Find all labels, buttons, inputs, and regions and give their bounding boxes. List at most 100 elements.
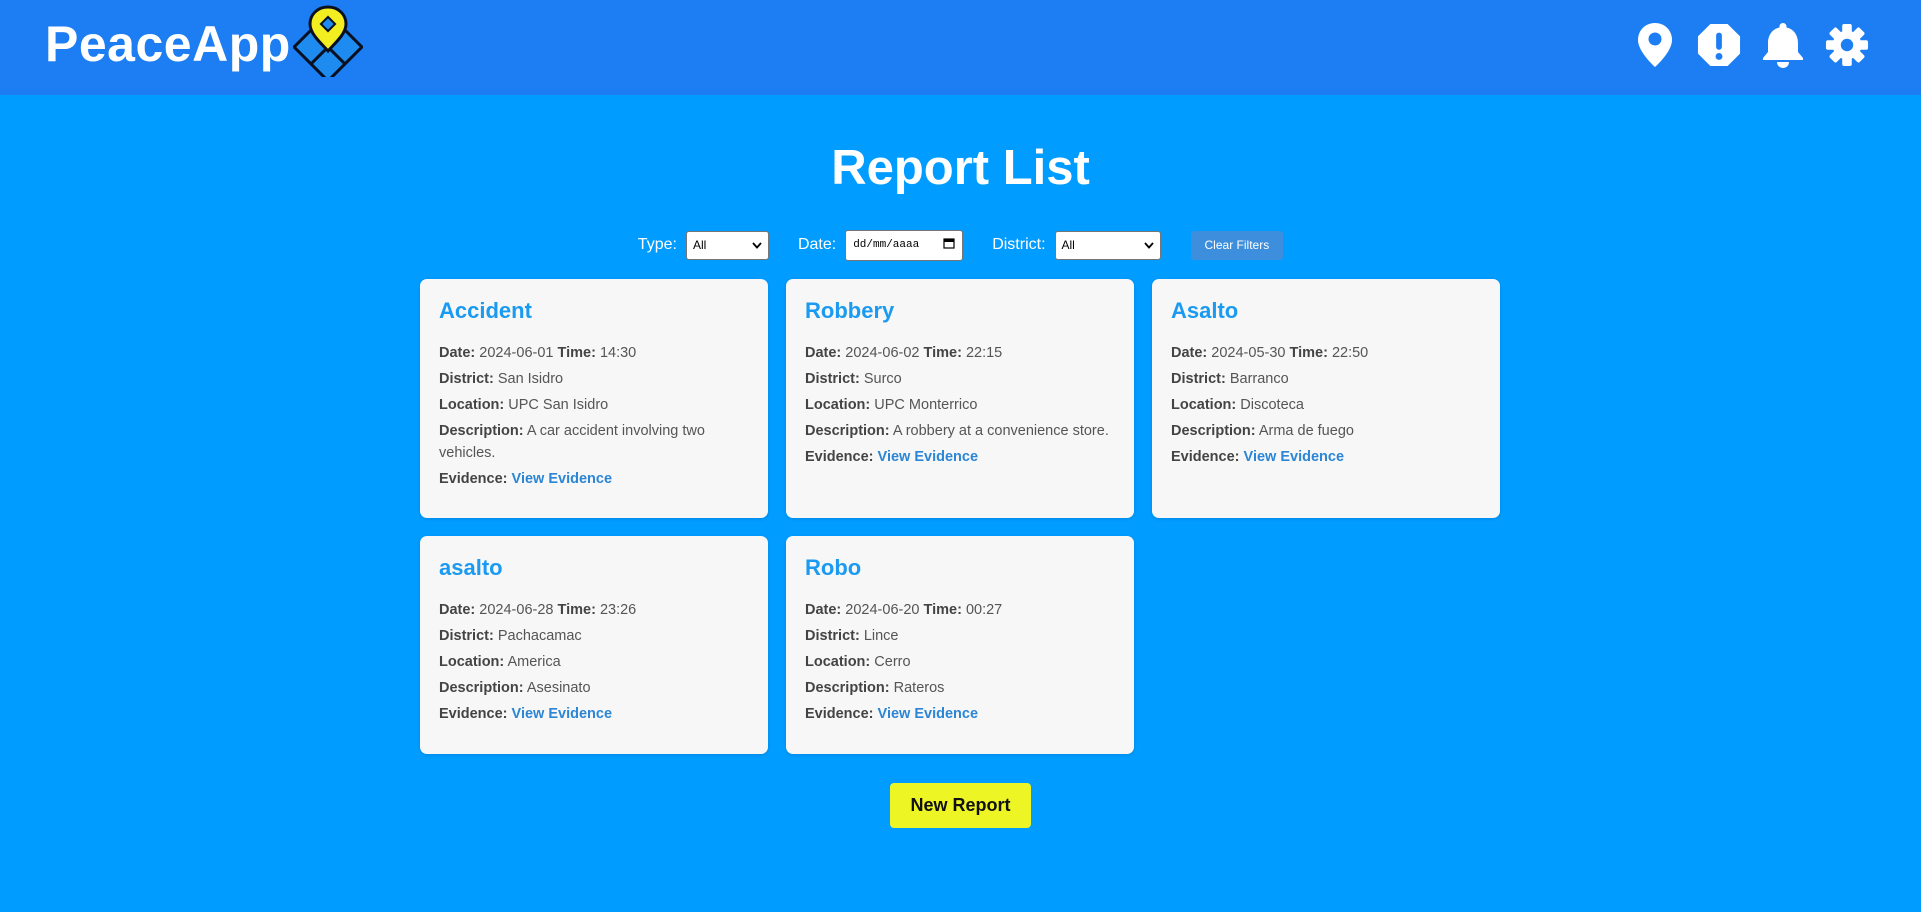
report-card: asalto Date: 2024-06-28 Time: 23:26 Dist… bbox=[420, 536, 768, 754]
report-location-row: Location: Discoteca bbox=[1171, 394, 1481, 416]
calendar-icon[interactable] bbox=[943, 237, 955, 253]
report-description: Rateros bbox=[893, 680, 945, 696]
gear-icon[interactable] bbox=[1825, 20, 1869, 70]
report-date: 2024-06-02 bbox=[845, 345, 920, 361]
view-evidence-link[interactable]: View Evidence bbox=[1244, 449, 1344, 465]
report-description-row: Description: Rateros bbox=[805, 677, 1115, 699]
report-district-row: District: Barranco bbox=[1171, 368, 1481, 390]
report-description: Asesinato bbox=[526, 680, 591, 696]
report-card: Robo Date: 2024-06-20 Time: 00:27 Distri… bbox=[786, 536, 1134, 754]
report-title: asalto bbox=[439, 555, 503, 580]
report-district: Barranco bbox=[1229, 371, 1289, 387]
report-district-row: District: Lince bbox=[805, 625, 1115, 647]
district-filter-select[interactable]: All bbox=[1054, 230, 1161, 260]
bell-icon[interactable] bbox=[1761, 20, 1805, 70]
alert-icon[interactable] bbox=[1697, 20, 1741, 70]
clear-filters-button[interactable]: Clear Filters bbox=[1190, 230, 1284, 260]
district-filter-label: District: bbox=[992, 236, 1046, 253]
view-evidence-link[interactable]: View Evidence bbox=[878, 706, 978, 722]
report-description: Arma de fuego bbox=[1258, 423, 1354, 439]
report-district-row: District: Pachacamac bbox=[439, 625, 749, 647]
report-location-row: Location: UPC San Isidro bbox=[439, 394, 749, 416]
report-description: A robbery at a convenience store. bbox=[892, 423, 1109, 439]
report-datetime: Date: 2024-06-28 Time: 23:26 bbox=[439, 599, 749, 621]
location-label: Location: bbox=[439, 397, 505, 413]
district-label: District: bbox=[805, 371, 860, 387]
report-district: Surco bbox=[863, 371, 902, 387]
evidence-label: Evidence: bbox=[439, 706, 508, 722]
evidence-label: Evidence: bbox=[805, 449, 874, 465]
report-title: Robbery bbox=[805, 298, 895, 323]
report-evidence-row: Evidence: View Evidence bbox=[439, 703, 749, 725]
report-time: 22:50 bbox=[1331, 345, 1369, 361]
type-filter-select[interactable]: All bbox=[685, 230, 769, 260]
date-label: Date: bbox=[439, 602, 476, 618]
location-label: Location: bbox=[439, 654, 505, 670]
report-title: Accident bbox=[439, 298, 532, 323]
report-district-row: District: Surco bbox=[805, 368, 1115, 390]
report-card: Robbery Date: 2024-06-02 Time: 22:15 Dis… bbox=[786, 279, 1134, 518]
district-label: District: bbox=[805, 628, 860, 644]
date-label: Date: bbox=[805, 345, 842, 361]
report-evidence-row: Evidence: View Evidence bbox=[805, 703, 1115, 725]
report-card: Asalto Date: 2024-05-30 Time: 22:50 Dist… bbox=[1152, 279, 1500, 518]
location-label: Location: bbox=[1171, 397, 1237, 413]
report-datetime: Date: 2024-05-30 Time: 22:50 bbox=[1171, 342, 1481, 364]
description-label: Description: bbox=[1171, 423, 1256, 439]
time-label: Time: bbox=[1289, 345, 1328, 361]
time-label: Time: bbox=[923, 602, 962, 618]
type-filter-label: Type: bbox=[637, 236, 677, 253]
chevron-down-icon bbox=[1143, 238, 1154, 252]
report-grid: Accident Date: 2024-06-01 Time: 14:30 Di… bbox=[420, 279, 1501, 754]
brand-name: PeaceApp bbox=[45, 16, 291, 72]
report-evidence-row: Evidence: View Evidence bbox=[805, 446, 1115, 468]
view-evidence-link[interactable]: View Evidence bbox=[878, 449, 978, 465]
map-pin-icon[interactable] bbox=[1633, 20, 1677, 70]
report-description-row: Description: A robbery at a convenience … bbox=[805, 420, 1115, 442]
report-time: 23:26 bbox=[599, 602, 637, 618]
evidence-label: Evidence: bbox=[1171, 449, 1240, 465]
report-date: 2024-05-30 bbox=[1211, 345, 1286, 361]
new-report-button[interactable]: New Report bbox=[890, 783, 1031, 828]
date-filter-label: Date: bbox=[797, 236, 837, 253]
description-label: Description: bbox=[805, 423, 890, 439]
description-label: Description: bbox=[439, 680, 524, 696]
view-evidence-link[interactable]: View Evidence bbox=[512, 471, 612, 487]
date-filter-placeholder: dd/mm/aaaa bbox=[853, 239, 920, 251]
location-label: Location: bbox=[805, 654, 871, 670]
report-location: America bbox=[507, 654, 561, 670]
description-label: Description: bbox=[805, 680, 890, 696]
report-location: Cerro bbox=[874, 654, 911, 670]
district-label: District: bbox=[439, 628, 494, 644]
report-description-row: Description: A car accident involving tw… bbox=[439, 420, 749, 464]
date-filter-input[interactable]: dd/mm/aaaa bbox=[845, 229, 964, 261]
report-district-row: District: San Isidro bbox=[439, 368, 749, 390]
district-label: District: bbox=[1171, 371, 1226, 387]
report-card: Accident Date: 2024-06-01 Time: 14:30 Di… bbox=[420, 279, 768, 518]
time-label: Time: bbox=[923, 345, 962, 361]
report-location-row: Location: Cerro bbox=[805, 651, 1115, 673]
view-evidence-link[interactable]: View Evidence bbox=[512, 706, 612, 722]
report-datetime: Date: 2024-06-02 Time: 22:15 bbox=[805, 342, 1115, 364]
report-evidence-row: Evidence: View Evidence bbox=[439, 468, 749, 490]
report-title: Robo bbox=[805, 555, 862, 580]
report-time: 22:15 bbox=[965, 345, 1003, 361]
time-label: Time: bbox=[557, 345, 596, 361]
report-time: 14:30 bbox=[599, 345, 637, 361]
brand[interactable]: PeaceApp bbox=[45, 4, 364, 83]
district-label: District: bbox=[439, 371, 494, 387]
type-filter-value: All bbox=[692, 238, 707, 252]
date-label: Date: bbox=[1171, 345, 1208, 361]
page-title: Report List bbox=[831, 141, 1090, 195]
date-label: Date: bbox=[805, 602, 842, 618]
report-district: Pachacamac bbox=[497, 628, 582, 644]
report-datetime: Date: 2024-06-20 Time: 00:27 bbox=[805, 599, 1115, 621]
report-district: Lince bbox=[863, 628, 899, 644]
time-label: Time: bbox=[557, 602, 596, 618]
evidence-label: Evidence: bbox=[805, 706, 874, 722]
report-description-row: Description: Asesinato bbox=[439, 677, 749, 699]
district-filter-value: All bbox=[1061, 238, 1075, 252]
description-label: Description: bbox=[439, 423, 524, 439]
report-location-row: Location: America bbox=[439, 651, 749, 673]
report-location: UPC Monterrico bbox=[874, 397, 978, 413]
